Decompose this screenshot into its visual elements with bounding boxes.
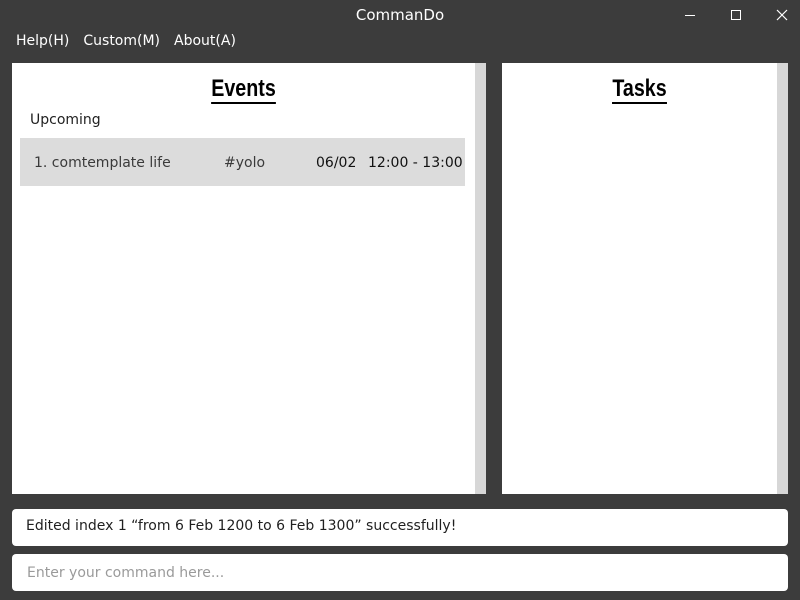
event-tag: #yolo [224, 155, 266, 171]
tasks-panel: Tasks [502, 63, 788, 494]
event-date: 06/02 [316, 155, 357, 171]
menu-help[interactable]: Help(H) [8, 30, 75, 52]
menu-custom[interactable]: Custom(M) [75, 30, 166, 52]
event-time: 12:00 - 13:00 [368, 155, 463, 171]
maximize-button[interactable] [713, 0, 759, 30]
events-heading-text: Events [211, 75, 276, 104]
tasks-scrollbar[interactable] [777, 63, 788, 494]
minimize-button[interactable] [667, 0, 713, 30]
command-input[interactable] [12, 554, 788, 591]
feedback-box: Edited index 1 “from 6 Feb 1200 to 6 Feb… [12, 509, 788, 546]
menu-bar: Help(H) Custom(M) About(A) [8, 30, 242, 52]
event-item[interactable]: 1. comtemplate life #yolo 06/02 12:00 - … [20, 138, 465, 186]
tasks-heading: Tasks [527, 75, 753, 104]
minimize-icon [684, 9, 696, 21]
event-title: 1. comtemplate life [34, 155, 171, 171]
tasks-heading-text: Tasks [612, 75, 667, 104]
events-scrollbar[interactable] [475, 63, 486, 494]
events-heading: Events [54, 75, 434, 104]
events-panel: Events Upcoming 1. comtemplate life #yol… [12, 63, 486, 494]
menu-about[interactable]: About(A) [166, 30, 242, 52]
close-icon [776, 9, 788, 21]
feedback-message: Edited index 1 “from 6 Feb 1200 to 6 Feb… [26, 518, 457, 534]
upcoming-label: Upcoming [30, 112, 101, 128]
app-window: CommanDo Help(H) Custom(M) About(A) Even… [0, 0, 800, 600]
title-bar: CommanDo [0, 0, 800, 30]
maximize-icon [730, 9, 742, 21]
close-button[interactable] [759, 0, 800, 30]
